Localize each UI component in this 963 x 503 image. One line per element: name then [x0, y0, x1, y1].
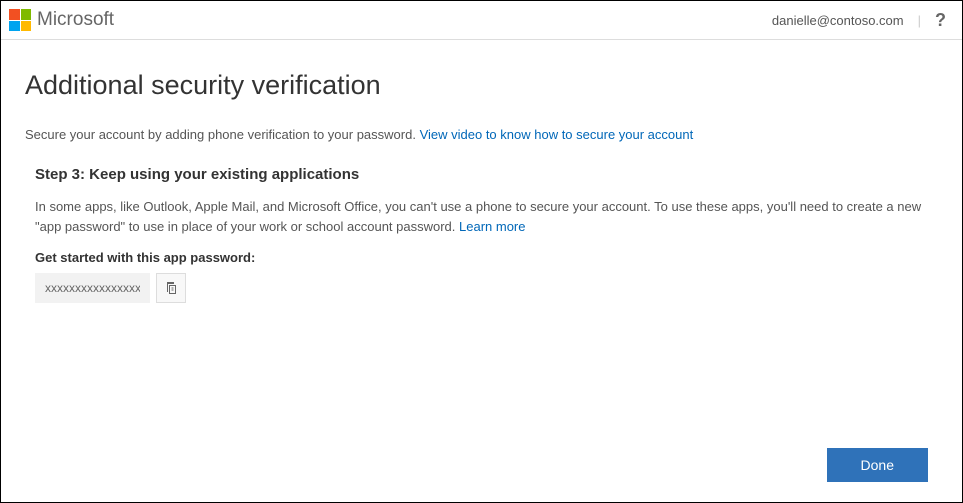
- header-right: danielle@contoso.com | ?: [772, 10, 946, 31]
- page-subtitle: Secure your account by adding phone veri…: [25, 127, 938, 142]
- subtitle-text: Secure your account by adding phone veri…: [25, 127, 420, 142]
- video-link[interactable]: View video to know how to secure your ac…: [420, 127, 694, 142]
- user-email: danielle@contoso.com: [772, 13, 904, 28]
- app-header: Microsoft danielle@contoso.com | ?: [1, 1, 962, 40]
- separator: |: [918, 13, 921, 28]
- app-password-label: Get started with this app password:: [35, 250, 938, 265]
- copy-button[interactable]: [156, 273, 186, 303]
- app-password-field[interactable]: [35, 273, 150, 303]
- microsoft-logo-icon: [9, 9, 31, 31]
- copy-icon: [163, 280, 179, 296]
- step-description: In some apps, like Outlook, Apple Mail, …: [35, 197, 928, 236]
- brand-area: Microsoft: [9, 9, 114, 31]
- page-title: Additional security verification: [25, 70, 938, 101]
- main-content: Additional security verification Secure …: [1, 40, 962, 502]
- learn-more-link[interactable]: Learn more: [459, 219, 525, 234]
- step-title: Step 3: Keep using your existing applica…: [35, 166, 938, 183]
- done-button[interactable]: Done: [827, 448, 928, 482]
- footer-actions: Done: [25, 448, 938, 482]
- brand-name: Microsoft: [37, 9, 114, 31]
- app-password-row: [35, 273, 938, 303]
- help-icon[interactable]: ?: [935, 10, 946, 31]
